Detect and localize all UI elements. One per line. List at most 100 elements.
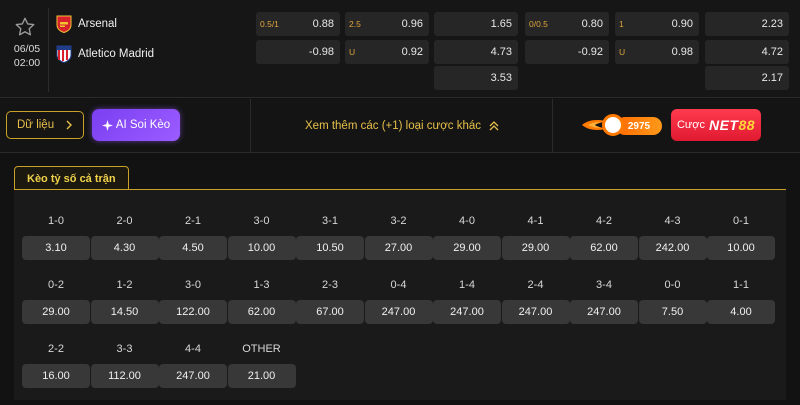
score-label: 1-2: [116, 279, 133, 291]
bet-net88-button[interactable]: Cược NET88: [671, 109, 761, 141]
score-odds-button[interactable]: 29.00: [501, 236, 570, 260]
odds-value: 3.53: [490, 72, 512, 84]
more-bets-label: Xem thêm các (+1) loại cược khác: [305, 120, 481, 132]
score-odds-button[interactable]: 67.00: [296, 300, 364, 324]
score-option: 2-4 247.00: [501, 276, 570, 324]
odds-value: 0.92: [401, 46, 423, 58]
odds-cell[interactable]: 3.53: [434, 66, 518, 90]
odds-cell[interactable]: -0.92: [525, 40, 609, 64]
score-option: 3-1 10.50: [296, 212, 364, 260]
score-odds-button[interactable]: 10.00: [227, 236, 296, 260]
score-option: 1-1 4.00: [707, 276, 775, 324]
arsenal-crest-icon: [56, 15, 72, 33]
score-option: 3-3 112.00: [90, 340, 159, 388]
score-odds-button[interactable]: 247.00: [159, 364, 227, 388]
score-option: 1-2 14.50: [90, 276, 159, 324]
score-label: 4-3: [664, 215, 681, 227]
home-team[interactable]: Arsenal: [56, 14, 117, 34]
score-odds-button[interactable]: 247.00: [570, 300, 638, 324]
odds-cell[interactable]: 2.17: [705, 66, 789, 90]
score-odds-button[interactable]: 29.00: [22, 300, 90, 324]
score-odds-button[interactable]: 122.00: [159, 300, 227, 324]
odds-cell[interactable]: 0.5/1 0.88: [256, 12, 340, 36]
score-odds-button[interactable]: 10.50: [296, 236, 364, 260]
handicap-line: 1: [619, 19, 624, 29]
score-odds-button[interactable]: 27.00: [364, 236, 433, 260]
score-label: 3-3: [116, 343, 133, 355]
score-odds-button[interactable]: 242.00: [638, 236, 707, 260]
match-row: 06/05 02:00 Arsenal Atletico Madrid 0.5/…: [0, 0, 800, 98]
handicap-line: 0.5/1: [260, 19, 279, 29]
ai-analysis-button[interactable]: AI Soi Kèo: [92, 109, 180, 141]
odds-cell[interactable]: -0.98: [256, 40, 340, 64]
score-odds-button[interactable]: 16.00: [22, 364, 90, 388]
atletico-crest-icon: [56, 45, 72, 63]
tab-correct-score[interactable]: Kèo tỷ số cả trận: [14, 166, 129, 190]
score-option: 1-3 62.00: [227, 276, 296, 324]
ai-analysis-label: AI Soi Kèo: [115, 119, 171, 131]
score-odds-button[interactable]: 247.00: [364, 300, 433, 324]
away-team[interactable]: Atletico Madrid: [56, 44, 154, 64]
score-odds-button[interactable]: 62.00: [570, 236, 638, 260]
odds-value: -0.98: [308, 46, 334, 58]
score-option: 2-2 16.00: [22, 340, 90, 388]
odds-value: 0.96: [401, 18, 423, 30]
odds-value: 0.88: [312, 18, 334, 30]
score-option: 1-4 247.00: [433, 276, 501, 324]
odds-value: 0.80: [581, 18, 603, 30]
score-label: 0-4: [390, 279, 407, 291]
chevron-right-icon: [66, 120, 72, 130]
more-bets-toggle[interactable]: Xem thêm các (+1) loại cược khác: [252, 99, 552, 153]
odds-cell[interactable]: 1.65: [434, 12, 518, 36]
live-badge[interactable]: 2975: [582, 111, 662, 139]
odds-value: 0.90: [671, 18, 693, 30]
odds-cell[interactable]: 2.5 0.96: [345, 12, 429, 36]
data-button-label: Dữ liệu: [17, 119, 55, 131]
odds-cell[interactable]: U 0.92: [345, 40, 429, 64]
favorite-star-icon[interactable]: [14, 16, 36, 38]
double-chevron-up-icon: [489, 121, 499, 131]
score-odds-button[interactable]: 4.30: [90, 236, 159, 260]
odds-cell[interactable]: 2.23: [705, 12, 789, 36]
score-odds-button[interactable]: 247.00: [501, 300, 570, 324]
score-odds-button[interactable]: 112.00: [90, 364, 159, 388]
score-odds-button[interactable]: 247.00: [433, 300, 501, 324]
score-option: 2-3 67.00: [296, 276, 364, 324]
score-odds-button[interactable]: 14.50: [90, 300, 159, 324]
score-odds-button[interactable]: 4.00: [707, 300, 775, 324]
score-label: 4-1: [527, 215, 544, 227]
score-option: 1-0 3.10: [22, 212, 90, 260]
handicap-line: U: [619, 47, 626, 57]
score-odds-button[interactable]: 29.00: [433, 236, 501, 260]
score-option: 3-0 10.00: [227, 212, 296, 260]
bet-label: Cược: [676, 119, 705, 131]
score-label: 3-0: [185, 279, 201, 291]
odds-value: -0.92: [577, 46, 603, 58]
odds-cell[interactable]: 0/0.5 0.80: [525, 12, 609, 36]
odds-value: 2.17: [761, 72, 783, 84]
score-label: 1-3: [253, 279, 270, 291]
score-option: 0-2 29.00: [22, 276, 90, 324]
score-odds-button[interactable]: 4.50: [159, 236, 227, 260]
score-odds-button[interactable]: 21.00: [227, 364, 296, 388]
score-label: 2-1: [185, 215, 201, 227]
score-label: 3-2: [390, 215, 407, 227]
odds-cell[interactable]: 1 0.90: [615, 12, 699, 36]
score-odds-button[interactable]: 7.50: [638, 300, 707, 324]
score-label: 3-1: [322, 215, 338, 227]
score-odds-button[interactable]: 62.00: [227, 300, 296, 324]
odds-cell[interactable]: 4.72: [705, 40, 789, 64]
data-button[interactable]: Dữ liệu: [6, 111, 84, 139]
football-icon: [602, 114, 624, 136]
score-option: 3-2 27.00: [364, 212, 433, 260]
score-option: 4-4 247.00: [159, 340, 227, 388]
score-label: 4-4: [185, 343, 201, 355]
score-label: 2-3: [322, 279, 338, 291]
score-odds-button[interactable]: 10.00: [707, 236, 775, 260]
score-label: 0-2: [48, 279, 64, 291]
odds-cell[interactable]: 4.73: [434, 40, 518, 64]
score-odds-button[interactable]: 3.10: [22, 236, 90, 260]
away-team-name: Atletico Madrid: [78, 48, 155, 60]
odds-cell[interactable]: U 0.98: [615, 40, 699, 64]
score-label: 4-0: [459, 215, 475, 227]
